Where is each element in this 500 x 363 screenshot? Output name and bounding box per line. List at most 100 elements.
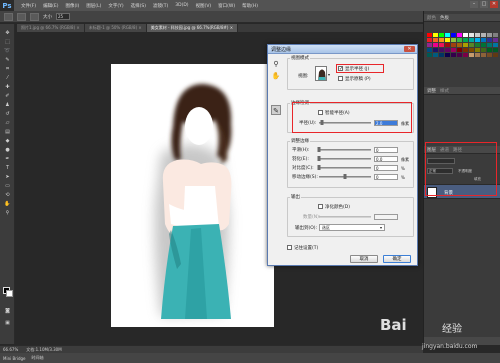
color-swatch[interactable] <box>463 48 468 52</box>
color-swatch[interactable] <box>493 53 498 57</box>
path-select-tool-icon[interactable]: ➤ <box>4 174 11 180</box>
hand-tool-icon[interactable]: ✋ <box>4 201 11 207</box>
view-mode-thumbnail[interactable] <box>315 66 327 81</box>
hand-tool-icon[interactable]: ✋ <box>271 71 281 81</box>
history-brush-tool-icon[interactable]: ↺ <box>4 111 11 117</box>
crop-tool-icon[interactable]: ⌗ <box>4 66 11 72</box>
color-swatch[interactable] <box>481 53 486 57</box>
color-swatch[interactable] <box>433 48 438 52</box>
menu-item[interactable]: 图层(L) <box>86 3 101 9</box>
color-swatch[interactable] <box>469 53 474 57</box>
color-swatch[interactable] <box>439 33 444 37</box>
color-swatch[interactable] <box>457 48 462 52</box>
color-swatch[interactable] <box>481 38 486 42</box>
color-swatch[interactable] <box>475 43 480 47</box>
menu-item[interactable]: 窗口(W) <box>218 3 235 9</box>
color-swatch[interactable] <box>475 53 480 57</box>
adjust-row-slider-track[interactable] <box>319 158 371 160</box>
document-tab[interactable]: 照片1.jpg @ 66.7% (RGB/8) × <box>17 24 85 32</box>
color-swatch[interactable] <box>475 48 480 52</box>
size-field[interactable]: 25 <box>56 13 70 20</box>
marquee-tool-icon[interactable]: ⬚ <box>4 39 11 45</box>
zoom-level[interactable]: 66.67% <box>3 347 18 352</box>
tool-preset-picker[interactable] <box>4 12 13 21</box>
color-swatch[interactable] <box>481 48 486 52</box>
minimize-button[interactable]: – <box>470 1 478 8</box>
tab-timeline[interactable]: 时间轴 <box>32 355 44 361</box>
color-swatch[interactable] <box>427 33 432 37</box>
view-mode-dropdown-icon[interactable]: ▾ <box>328 72 330 77</box>
tab-mini-bridge[interactable]: Mini Bridge <box>3 356 26 361</box>
maximize-button[interactable]: □ <box>480 1 488 8</box>
dodge-tool-icon[interactable]: ● <box>4 147 11 153</box>
color-swatch[interactable] <box>493 33 498 37</box>
document-canvas[interactable] <box>111 64 274 327</box>
color-swatch[interactable] <box>445 48 450 52</box>
brush-tool-icon[interactable]: ✐ <box>4 93 11 99</box>
show-original-checkbox[interactable] <box>338 76 343 81</box>
color-swatch[interactable] <box>487 48 492 52</box>
color-swatch[interactable] <box>457 43 462 47</box>
refine-radius-tool-icon[interactable]: ✎ <box>271 105 281 115</box>
color-swatch[interactable] <box>487 43 492 47</box>
adjust-row-slider-thumb[interactable] <box>317 156 321 161</box>
color-swatch[interactable] <box>481 43 486 47</box>
adjust-row-field[interactable]: 0 <box>374 165 398 171</box>
menu-item[interactable]: 帮助(H) <box>242 3 258 9</box>
color-swatch[interactable] <box>451 53 456 57</box>
color-swatch[interactable] <box>469 48 474 52</box>
color-swatch[interactable] <box>445 53 450 57</box>
brush-shape-icon[interactable] <box>30 12 39 21</box>
color-swatch[interactable] <box>463 53 468 57</box>
adjust-row-field[interactable]: 0.0 <box>374 156 398 162</box>
color-swatch[interactable] <box>433 33 438 37</box>
quick-mask-icon[interactable]: ◙ <box>4 308 11 314</box>
color-swatch[interactable] <box>439 48 444 52</box>
color-swatch[interactable] <box>463 43 468 47</box>
document-tab[interactable]: 美女素材 - 科技园.jpg @ 66.7%(RGB/8#) × <box>146 24 239 32</box>
color-swatch[interactable] <box>433 38 438 42</box>
tab-swatches[interactable]: 色板 <box>440 15 449 21</box>
tab-styles[interactable]: 样式 <box>440 88 449 94</box>
gradient-tool-icon[interactable]: ▤ <box>4 129 11 135</box>
color-swatch[interactable] <box>445 43 450 47</box>
color-swatch[interactable] <box>463 33 468 37</box>
color-swatch[interactable] <box>475 33 480 37</box>
healing-tool-icon[interactable]: ✚ <box>4 84 11 90</box>
adjust-row-field[interactable]: 0 <box>374 174 398 180</box>
background-color-swatch[interactable] <box>6 290 13 297</box>
color-swatch[interactable] <box>445 33 450 37</box>
dialog-close-button[interactable]: ✕ <box>404 46 415 52</box>
eraser-tool-icon[interactable]: ▱ <box>4 120 11 126</box>
color-swatch[interactable] <box>427 48 432 52</box>
shape-tool-icon[interactable]: ▭ <box>4 183 11 189</box>
color-swatch[interactable] <box>451 43 456 47</box>
output-to-select[interactable]: 选区 <box>319 224 385 231</box>
blur-tool-icon[interactable]: ◆ <box>4 138 11 144</box>
quick-select-tool-icon[interactable]: ✎ <box>4 57 11 63</box>
color-swatch[interactable] <box>457 33 462 37</box>
color-swatch[interactable] <box>487 33 492 37</box>
color-swatch[interactable] <box>481 33 486 37</box>
color-swatch[interactable] <box>427 43 432 47</box>
adjust-row-slider-thumb[interactable] <box>343 174 347 179</box>
adjust-row-slider-thumb[interactable] <box>317 165 321 170</box>
color-swatch[interactable] <box>457 53 462 57</box>
adjust-row-field[interactable]: 0 <box>374 147 398 153</box>
dialog-titlebar[interactable]: 调整边缘 ✕ <box>268 45 417 54</box>
stamp-tool-icon[interactable]: ♟ <box>4 102 11 108</box>
color-swatch[interactable] <box>439 38 444 42</box>
color-swatch[interactable] <box>433 53 438 57</box>
color-swatch[interactable] <box>469 38 474 42</box>
ok-button[interactable]: 确定 <box>383 255 411 263</box>
close-window-button[interactable]: ✕ <box>490 1 498 8</box>
color-swatch[interactable] <box>487 38 492 42</box>
menu-item[interactable]: 滤镜(T) <box>153 3 168 9</box>
tab-color[interactable]: 颜色 <box>427 15 436 21</box>
adjust-row-slider-thumb[interactable] <box>317 147 321 152</box>
zoom-tool-icon[interactable]: ⚲ <box>4 210 11 216</box>
tab-adjustments[interactable]: 调整 <box>427 88 436 94</box>
color-swatch[interactable] <box>469 33 474 37</box>
color-swatch[interactable] <box>451 33 456 37</box>
menu-item[interactable]: 文字(Y) <box>108 3 123 9</box>
